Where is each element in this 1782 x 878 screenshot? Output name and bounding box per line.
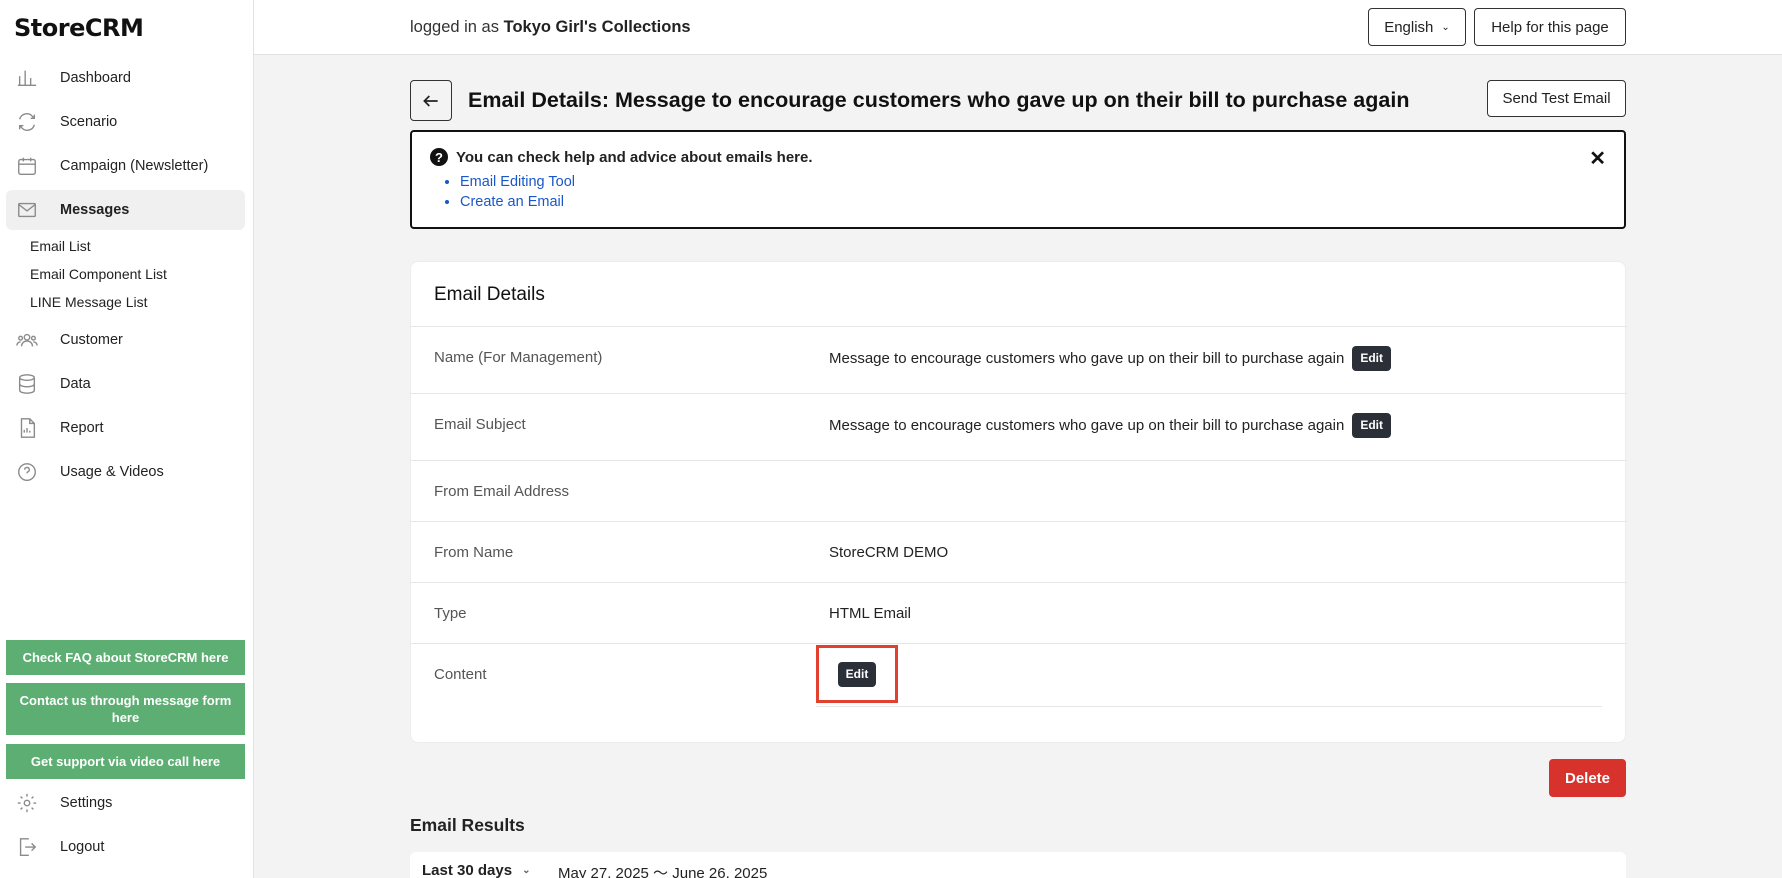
help-links: Email Editing Tool Create an Email (460, 172, 575, 212)
app-logo[interactable]: StoreCRM (14, 14, 144, 42)
sidebar-item-label: Dashboard (60, 70, 131, 86)
detail-row-from-email: From Email Address (411, 460, 1627, 521)
sidebar-item-label: Campaign (Newsletter) (60, 158, 209, 174)
help-link-email-editing-tool[interactable]: Email Editing Tool (460, 172, 575, 192)
store-name: Tokyo Girl's Collections (503, 18, 691, 36)
sidebar-item-dashboard[interactable]: Dashboard (6, 58, 245, 98)
sidebar-item-usage-videos[interactable]: Usage & Videos (6, 452, 245, 492)
subnav-item-line-message-list[interactable]: LINE Message List (30, 288, 245, 316)
subnav-item-email-component-list[interactable]: Email Component List (30, 260, 245, 288)
period-select[interactable]: Last 30 days ⌄ (422, 862, 530, 878)
help-circle-icon (16, 461, 38, 483)
sidebar-item-messages[interactable]: Messages (6, 190, 245, 230)
sidebar-item-label: Scenario (60, 114, 118, 130)
refresh-icon (16, 111, 38, 133)
topbar: logged in as Tokyo Girl's Collections En… (254, 0, 1782, 55)
bar-chart-icon (16, 67, 38, 89)
messages-subnav: Email List Email Component List LINE Mes… (6, 232, 245, 316)
sidebar-item-customer[interactable]: Customer (6, 320, 245, 360)
sidebar-item-scenario[interactable]: Scenario (6, 102, 245, 142)
help-box: ? You can check help and advice about em… (410, 130, 1626, 229)
mail-icon (16, 199, 38, 221)
detail-row-name: Name (For Management) Message to encoura… (411, 326, 1627, 393)
sidebar-item-label: Settings (60, 795, 113, 811)
detail-label: From Email Address (434, 483, 570, 500)
edit-content-button[interactable]: Edit (837, 661, 877, 687)
video-call-button[interactable]: Get support via video call here (6, 744, 245, 779)
detail-value-text: Message to encourage customers who gave … (829, 417, 1345, 434)
delete-button[interactable]: Delete (1549, 759, 1626, 797)
logout-icon (16, 836, 38, 858)
faq-button[interactable]: Check FAQ about StoreCRM here (6, 640, 245, 675)
help-link-create-email[interactable]: Create an Email (460, 192, 575, 212)
divider (816, 706, 1602, 707)
sidebar-item-label: Messages (60, 202, 130, 218)
detail-value: Message to encourage customers who gave … (829, 346, 1391, 371)
gear-icon (16, 792, 38, 814)
sidebar-item-data[interactable]: Data (6, 364, 245, 404)
detail-label: Email Subject (434, 416, 526, 433)
question-icon: ? (430, 148, 448, 166)
date-range: May 27, 2025 〜 June 26, 2025 (558, 865, 768, 878)
sidebar-item-label: Customer (60, 332, 123, 348)
users-icon (16, 329, 38, 351)
detail-value: Message to encourage customers who gave … (829, 413, 1391, 438)
detail-row-type: Type HTML Email (411, 582, 1627, 643)
sidebar-item-label: Data (60, 376, 91, 392)
results-filter-bar: Last 30 days ⌄ May 27, 2025 〜 June 26, 2… (410, 852, 1626, 878)
help-heading-text: You can check help and advice about emai… (456, 148, 813, 166)
send-test-email-button[interactable]: Send Test Email (1487, 80, 1626, 117)
sidebar-nav: Dashboard Scenario Campaign (Newsletter)… (6, 58, 245, 496)
detail-label: Name (For Management) (434, 349, 603, 366)
help-heading: ? You can check help and advice about em… (430, 148, 813, 166)
detail-label: From Name (434, 544, 514, 561)
sidebar-bottom-nav: Settings Logout (6, 783, 245, 871)
sidebar: StoreCRM Dashboard Scenario Campaign (Ne… (0, 0, 254, 878)
sidebar-item-label: Report (60, 420, 104, 436)
subnav-item-email-list[interactable]: Email List (30, 232, 245, 260)
sidebar-item-campaign[interactable]: Campaign (Newsletter) (6, 146, 245, 186)
results-title: Email Results (410, 815, 525, 835)
period-label: Last 30 days (422, 862, 513, 878)
detail-value: HTML Email (829, 605, 911, 622)
chevron-down-icon: ⌄ (1441, 21, 1450, 33)
arrow-left-icon (423, 94, 438, 107)
language-select[interactable]: English ⌄ (1368, 8, 1466, 46)
report-icon (16, 417, 38, 439)
detail-label: Type (434, 605, 467, 622)
detail-row-from-name: From Name StoreCRM DEMO (411, 521, 1627, 582)
sidebar-item-settings[interactable]: Settings (6, 783, 245, 823)
calendar-icon (16, 155, 38, 177)
detail-row-content: Content (411, 643, 1627, 743)
contact-form-button[interactable]: Contact us through message form here (6, 683, 245, 735)
edit-name-button[interactable]: Edit (1352, 346, 1391, 371)
sidebar-item-logout[interactable]: Logout (6, 827, 245, 867)
detail-row-subject: Email Subject Message to encourage custo… (411, 393, 1627, 460)
sidebar-item-label: Logout (60, 839, 105, 855)
logged-in-text: logged in as Tokyo Girl's Collections (410, 18, 691, 37)
email-details-card: Email Details Name (For Management) Mess… (410, 261, 1627, 743)
back-button[interactable] (410, 80, 452, 121)
sidebar-item-label: Usage & Videos (60, 464, 164, 480)
help-page-button[interactable]: Help for this page (1474, 8, 1626, 46)
sidebar-item-report[interactable]: Report (6, 408, 245, 448)
detail-value-text: Message to encourage customers who gave … (829, 350, 1345, 367)
page-title: Email Details: Message to encourage cust… (468, 88, 1410, 112)
detail-value: StoreCRM DEMO (829, 544, 949, 561)
edit-subject-button[interactable]: Edit (1352, 413, 1391, 438)
language-label: English (1384, 18, 1434, 36)
highlight-box: Edit (816, 645, 898, 703)
database-icon (16, 373, 38, 395)
card-title: Email Details (434, 284, 545, 305)
detail-label: Content (434, 666, 487, 683)
logged-in-prefix: logged in as (410, 18, 499, 36)
chevron-down-icon: ⌄ (522, 865, 531, 876)
close-icon[interactable]: ✕ (1589, 146, 1606, 171)
